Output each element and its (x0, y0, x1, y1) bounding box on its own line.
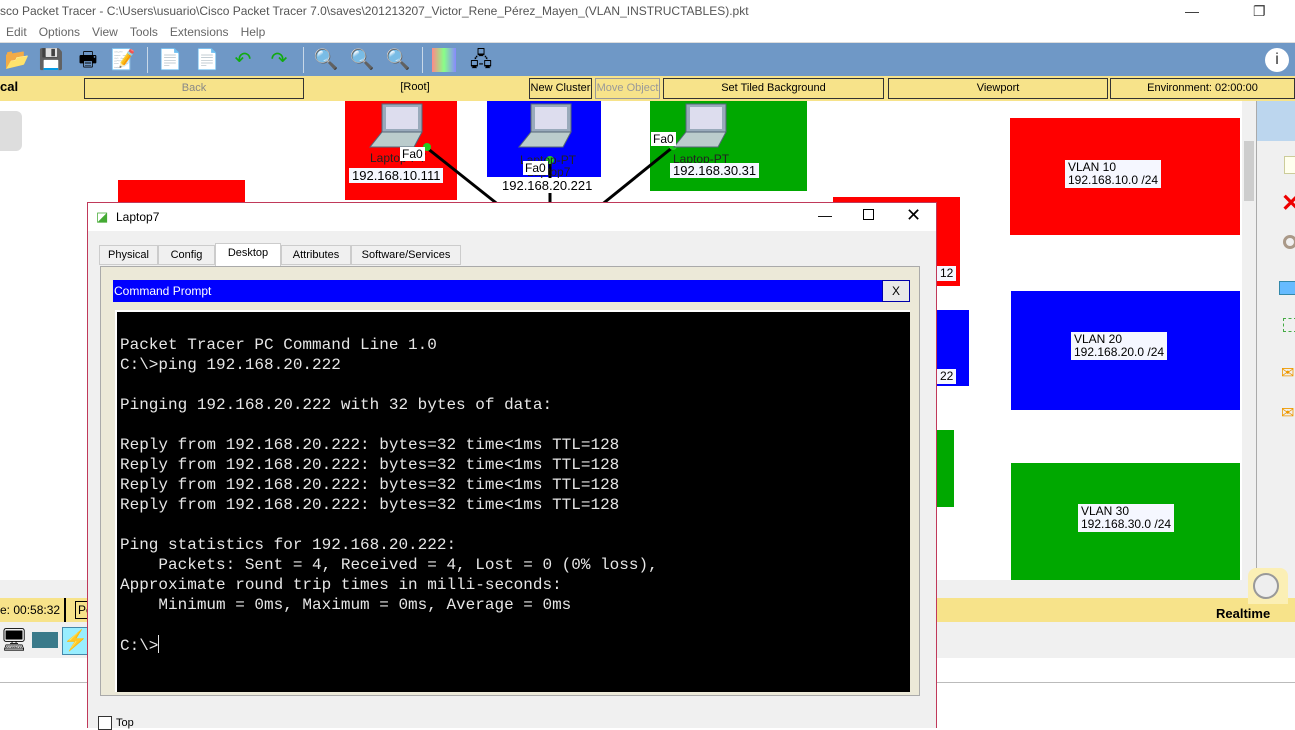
tab-software-services[interactable]: Software/Services (351, 245, 461, 265)
menu-tools[interactable]: Tools (130, 25, 158, 39)
port-label: Fa0 (651, 132, 676, 146)
tab-config[interactable]: Config (158, 245, 215, 265)
environment-button[interactable]: Environment: 02:00:00 (1110, 78, 1295, 99)
activity-wizard-icon[interactable]: 📝 (110, 48, 136, 72)
laptop-icon[interactable] (517, 103, 577, 149)
tab-attributes[interactable]: Attributes (281, 245, 351, 265)
vlan30-note: VLAN 30 192.168.30.0 /24 (1078, 504, 1175, 532)
vertical-scrollbar[interactable] (1242, 101, 1256, 581)
port-label: Fa0 (523, 161, 548, 175)
palette-icon[interactable] (432, 48, 456, 72)
connections-icon[interactable]: ⚡ (62, 627, 88, 655)
device-ip-label: 192.168.30.31 (670, 163, 760, 178)
paste-icon[interactable]: 📄 (194, 48, 220, 72)
laptop7-window: ◪ Laptop7 — ✕ Physical Config Desktop At… (87, 202, 937, 730)
open-icon[interactable]: 📂 (4, 48, 30, 72)
root-label: [Root] (305, 78, 525, 99)
minimize-button[interactable]: — (1185, 0, 1199, 22)
maximize-button[interactable] (863, 209, 874, 220)
common-tools-bar: ✕ ✉ ✉ (1256, 101, 1295, 601)
realtime-mode-label[interactable]: Realtime (1216, 606, 1270, 621)
close-button[interactable]: ✕ (906, 205, 921, 226)
time-display: e: 00:58:32 (0, 603, 61, 617)
print-icon[interactable]: 🖶 (75, 48, 101, 72)
vlan30-area[interactable]: VLAN 30 192.168.30.0 /24 (1011, 463, 1240, 580)
menu-extensions[interactable]: Extensions (170, 25, 229, 39)
laptop-icon[interactable] (368, 103, 428, 149)
device-ip-label: 192.168.20.221 (499, 178, 596, 193)
custom-device-icon[interactable]: 🖧 (468, 48, 494, 72)
restore-button[interactable]: ❐ (1253, 0, 1266, 22)
vlan10-note: VLAN 10 192.168.10.0 /24 (1065, 160, 1162, 188)
tab-physical[interactable]: Physical (99, 245, 158, 265)
device-ip-label: 192.168.10.111 (349, 168, 444, 183)
terminal-text: Packet Tracer PC Command Line 1.0 C:\>pi… (120, 336, 658, 655)
command-prompt-title: Command Prompt (114, 284, 212, 298)
info-icon[interactable]: i (1265, 48, 1289, 72)
desktop-panel: Command Prompt X Packet Tracer PC Comman… (100, 266, 920, 696)
window-title-bar[interactable]: ◪ Laptop7 — ✕ (88, 203, 936, 231)
note-tool-icon[interactable] (1284, 156, 1295, 174)
terminal-cursor (158, 635, 160, 653)
menu-edit[interactable]: Edit (6, 25, 27, 39)
laptop-app-icon: ◪ (96, 209, 109, 224)
minimize-button[interactable]: — (818, 207, 832, 223)
menu-bar: Edit Options View Tools Extensions Help (0, 22, 1295, 42)
app-title: sco Packet Tracer - C:\Users\usuario\Cis… (0, 4, 749, 18)
zoom-out-icon[interactable]: 🔍 (385, 48, 411, 72)
inspect-tool-icon[interactable] (1283, 235, 1295, 249)
move-object-button[interactable]: Move Object (595, 78, 660, 99)
app-title-bar: sco Packet Tracer - C:\Users\usuario\Cis… (0, 0, 1295, 22)
zoom-reset-icon[interactable]: 🔍 (349, 48, 375, 72)
select-tool-icon[interactable] (1257, 101, 1295, 141)
redo-icon[interactable]: ↷ (266, 48, 292, 72)
toolbar: 📂 💾 🖶 📝 📄 📄 ↶ ↷ 🔍 🔍 🔍 🖧 i (0, 42, 1295, 76)
undo-icon[interactable]: ↶ (230, 48, 256, 72)
top-checkbox-label: Top (116, 717, 134, 729)
copy-icon[interactable]: 📄 (157, 48, 183, 72)
link-cable[interactable] (599, 145, 674, 208)
menu-options[interactable]: Options (39, 25, 80, 39)
vlan20-area[interactable]: VLAN 20 192.168.20.0 /24 (1011, 291, 1240, 410)
window-title: Laptop7 (116, 210, 160, 224)
zoom-in-icon[interactable]: 🔍 (313, 48, 339, 72)
navigation-bar: cal Back [Root] New Cluster Move Object … (0, 76, 1295, 101)
viewport-button[interactable]: Viewport (888, 78, 1108, 99)
menu-help[interactable]: Help (241, 25, 266, 39)
vlan20-note: VLAN 20 192.168.20.0 /24 (1071, 332, 1168, 360)
save-icon[interactable]: 💾 (38, 48, 64, 72)
port-label: Fa0 (400, 147, 425, 161)
draw-rectangle-icon[interactable] (1279, 281, 1295, 295)
end-devices-icon[interactable]: 🖥 (0, 627, 28, 653)
components-icon[interactable] (32, 632, 58, 648)
set-tiled-background-button[interactable]: Set Tiled Background (663, 78, 884, 99)
menu-view[interactable]: View (92, 25, 118, 39)
new-cluster-button[interactable]: New Cluster (529, 78, 592, 99)
add-complex-pdu-icon[interactable]: ✉ (1281, 403, 1294, 423)
laptop-icon[interactable] (672, 103, 732, 149)
add-simple-pdu-icon[interactable]: ✉ (1281, 363, 1294, 383)
logical-tab[interactable]: cal (0, 79, 18, 94)
tab-desktop[interactable]: Desktop (215, 243, 281, 266)
resize-tool-icon[interactable] (1283, 318, 1295, 332)
command-prompt-close-button[interactable]: X (882, 280, 910, 302)
delete-tool-icon[interactable]: ✕ (1281, 189, 1295, 218)
vlan10-area[interactable]: VLAN 10 192.168.10.0 /24 (1010, 118, 1240, 235)
command-prompt-header: Command Prompt X (113, 280, 910, 302)
back-button[interactable]: Back (84, 78, 304, 99)
terminal-output[interactable]: Packet Tracer PC Command Line 1.0 C:\>pi… (115, 310, 910, 692)
realtime-clock-icon[interactable] (1248, 568, 1288, 604)
